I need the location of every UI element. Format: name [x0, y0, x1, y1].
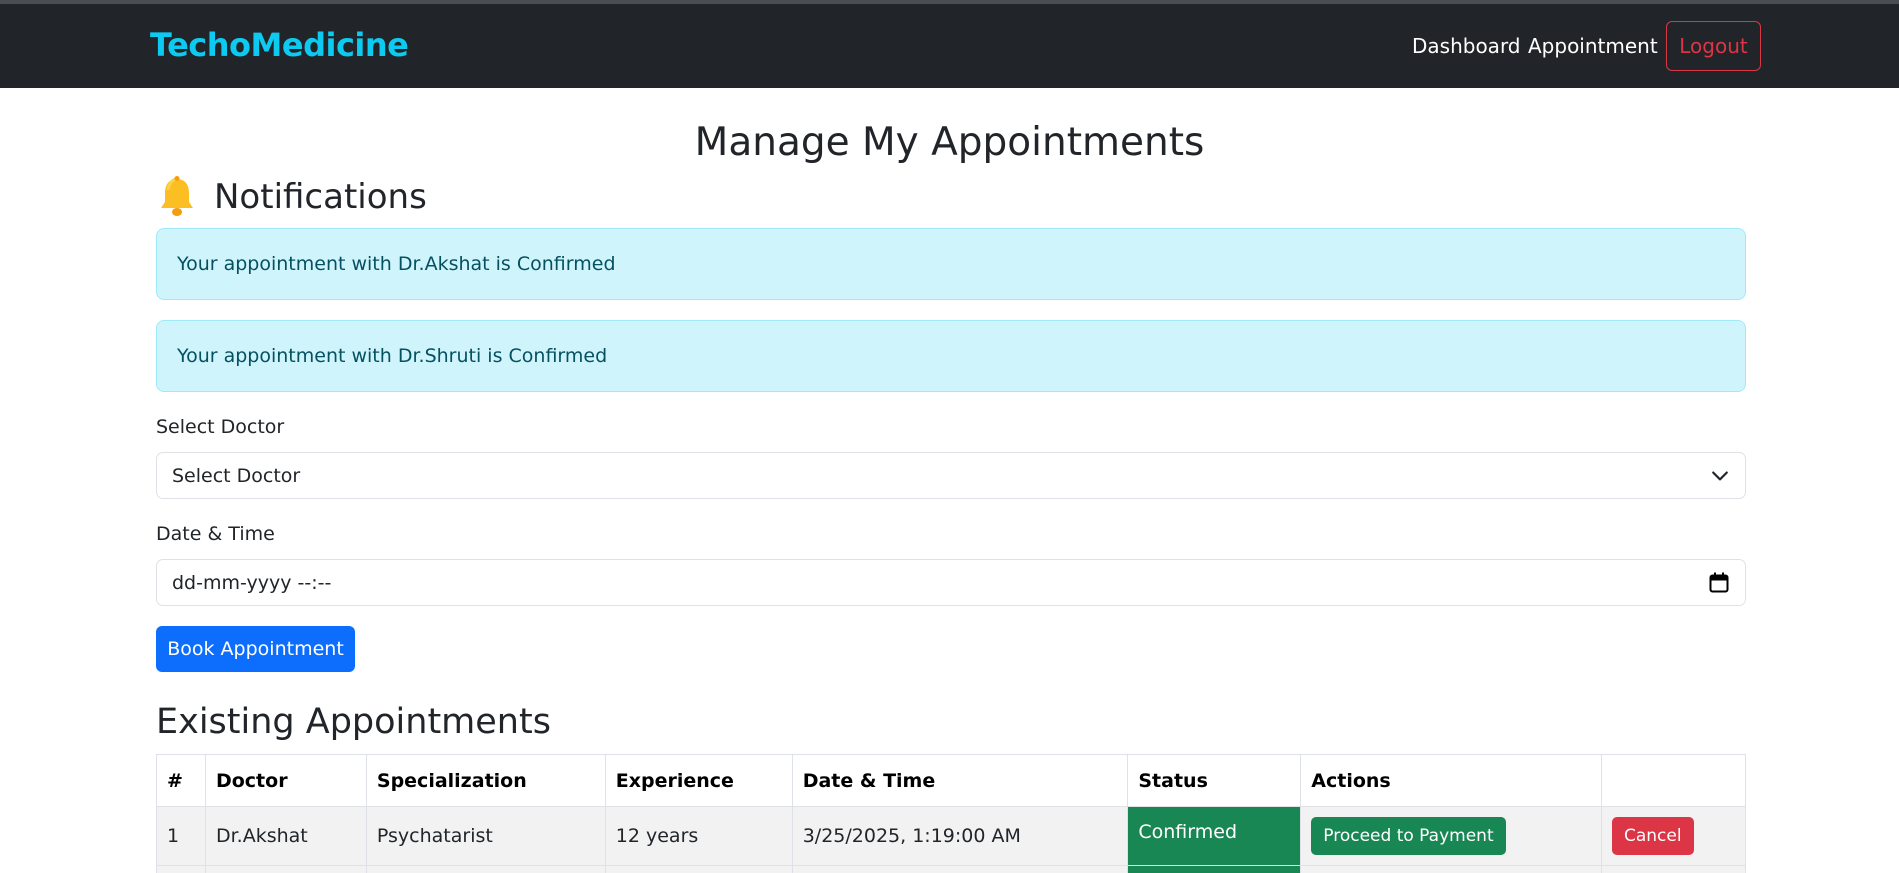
cell-empty: [365, 865, 606, 873]
table-row: 1 Dr.Akshat Psychatarist 12 years 3/25/2…: [156, 806, 1746, 866]
column-header-number: #: [156, 754, 206, 807]
bell-icon: [161, 176, 193, 216]
cell-specialization: Psychatarist: [365, 806, 606, 866]
cell-empty: [1601, 865, 1746, 873]
column-header-extra: [1601, 754, 1746, 807]
doctor-select-value: Select Doctor: [172, 464, 301, 487]
cell-empty: [204, 865, 367, 873]
column-header-status: Status: [1127, 754, 1302, 807]
cell-datetime: 3/25/2025, 1:19:00 AM: [791, 806, 1129, 866]
notifications-title: Notifications: [214, 177, 427, 217]
cell-number: 1: [156, 806, 206, 866]
calendar-icon[interactable]: [1709, 572, 1729, 594]
datetime-input[interactable]: dd-mm-yyyy --:--: [156, 559, 1746, 606]
cell-empty: [1300, 865, 1602, 873]
table-row: [156, 865, 1746, 873]
notification-alert: Your appointment with Dr.Akshat is Confi…: [156, 228, 1746, 300]
select-doctor-label: Select Doctor: [156, 416, 285, 438]
nav-link-appointment[interactable]: Appointment: [1528, 34, 1658, 58]
status-badge: [1127, 865, 1302, 873]
notifications-header: Notifications: [158, 176, 427, 218]
cell-empty: [791, 865, 1129, 873]
datetime-label: Date & Time: [156, 523, 275, 545]
chevron-down-icon: [1712, 471, 1728, 481]
cell-experience: 12 years: [604, 806, 793, 866]
navbar: TechoMedicine Dashboard Appointment Logo…: [0, 4, 1899, 88]
page-title: Manage My Appointments: [694, 120, 1205, 165]
column-header-datetime: Date & Time: [791, 754, 1129, 807]
existing-appointments-title: Existing Appointments: [156, 702, 551, 742]
column-header-doctor: Doctor: [204, 754, 367, 807]
cell-actions: Proceed to Payment: [1300, 806, 1602, 866]
cell-empty: [604, 865, 793, 873]
appointments-table: # Doctor Specialization Experience Date …: [156, 754, 1746, 873]
nav-link-dashboard[interactable]: Dashboard: [1412, 34, 1521, 58]
cancel-button[interactable]: Cancel: [1612, 817, 1694, 855]
cell-doctor: Dr.Akshat: [204, 806, 367, 866]
status-badge: Confirmed: [1127, 806, 1302, 866]
brand-logo[interactable]: TechoMedicine: [150, 26, 409, 64]
notification-alert: Your appointment with Dr.Shruti is Confi…: [156, 320, 1746, 392]
logout-button[interactable]: Logout: [1666, 21, 1761, 71]
cell-cancel: Cancel: [1601, 806, 1746, 866]
book-appointment-button[interactable]: Book Appointment: [156, 626, 355, 672]
column-header-actions: Actions: [1300, 754, 1602, 807]
doctor-select[interactable]: Select Doctor: [156, 452, 1746, 499]
datetime-placeholder: dd-mm-yyyy --:--: [172, 571, 332, 594]
column-header-experience: Experience: [604, 754, 793, 807]
cell-empty: [156, 865, 206, 873]
table-header-row: # Doctor Specialization Experience Date …: [156, 754, 1746, 807]
column-header-specialization: Specialization: [365, 754, 606, 807]
proceed-to-payment-button[interactable]: Proceed to Payment: [1311, 817, 1506, 855]
